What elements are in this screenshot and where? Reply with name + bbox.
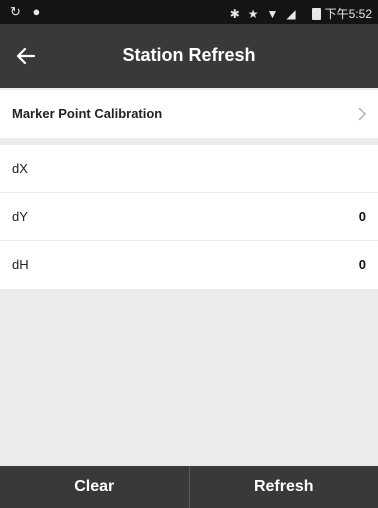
row-label: dX bbox=[12, 161, 28, 176]
signal-icon: ◢ bbox=[286, 6, 296, 21]
status-time: 下午5:52 bbox=[324, 7, 372, 21]
app-toolbar: Station Refresh bbox=[0, 24, 378, 88]
calibration-label: Marker Point Calibration bbox=[12, 106, 163, 121]
star-icon: ★ bbox=[247, 6, 259, 21]
list-item-dy: dY 0 bbox=[0, 193, 378, 241]
bottom-action-bar: Clear Refresh bbox=[0, 466, 378, 508]
location-pin-icon: ● bbox=[32, 4, 41, 19]
row-label: dY bbox=[12, 209, 28, 224]
page-title: Station Refresh bbox=[122, 45, 256, 65]
wifi-icon: ▼ bbox=[266, 6, 279, 21]
row-value: 0 bbox=[358, 257, 366, 272]
calibration-section: Marker Point Calibration bbox=[0, 90, 378, 138]
list-item-dx: dX bbox=[0, 145, 378, 193]
row-value: 0 bbox=[358, 209, 366, 224]
clear-button[interactable]: Clear bbox=[0, 466, 189, 508]
chevron-right-icon bbox=[354, 102, 370, 126]
status-bar: ↻ ● ✱ ★ ▼ ◢ 下午5:52 bbox=[0, 0, 378, 24]
status-right-icons: ✱ ★ ▼ ◢ 下午5:52 bbox=[222, 5, 372, 22]
row-label: dH bbox=[12, 257, 29, 272]
list-item-dh: dH 0 bbox=[0, 241, 378, 289]
marker-point-calibration-item[interactable]: Marker Point Calibration bbox=[0, 90, 378, 138]
refresh-button[interactable]: Refresh bbox=[188, 466, 378, 508]
offset-list: dX dY 0 dH 0 bbox=[0, 145, 378, 289]
sync-icon: ↻ bbox=[10, 4, 21, 19]
bluetooth-icon: ✱ bbox=[229, 6, 240, 21]
status-left-icons: ↻ ● bbox=[10, 4, 48, 20]
battery-icon bbox=[311, 7, 321, 20]
